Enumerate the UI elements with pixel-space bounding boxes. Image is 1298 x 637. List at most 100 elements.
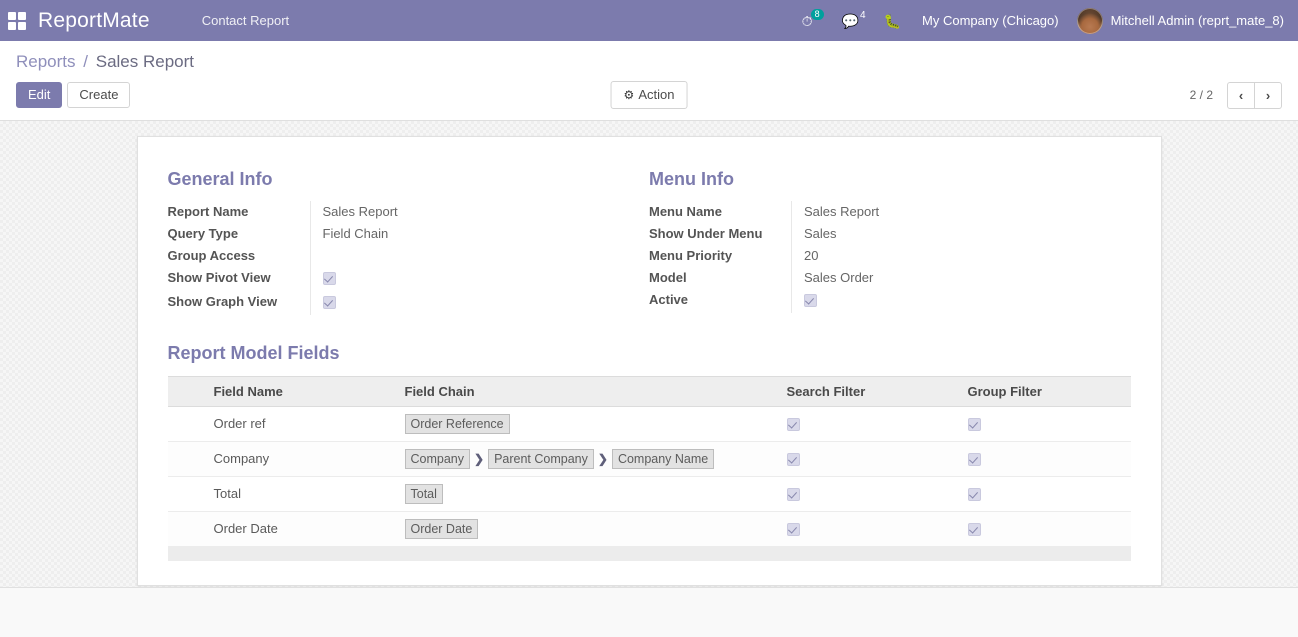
cell-group-filter — [960, 476, 1131, 511]
action-button[interactable]: ⚙Action — [611, 81, 688, 109]
chain-chip: Order Reference — [405, 414, 510, 434]
checkbox-checked-icon[interactable] — [804, 294, 817, 307]
nav-menu-contact-report[interactable]: Contact Report — [188, 13, 303, 28]
field-chain: Total — [405, 484, 443, 504]
pager-buttons: ‹ › — [1227, 82, 1282, 109]
cell-group-filter — [960, 406, 1131, 441]
column-header-group-filter[interactable]: Group Filter — [960, 376, 1131, 406]
pager-count: 2 / 2 — [1190, 88, 1213, 102]
table-row[interactable]: Total Total — [168, 476, 1131, 511]
chain-chip: Company Name — [612, 449, 714, 469]
field-value-menu-name[interactable]: Sales Report — [792, 201, 1103, 223]
table-footer-row — [168, 546, 1131, 561]
field-row-model: Model Sales Order — [649, 267, 1103, 289]
cell-field-chain: Company ❯ Parent Company ❯ Company Name — [397, 441, 779, 476]
field-label: Report Name — [168, 201, 311, 223]
chain-separator-icon: ❯ — [474, 452, 484, 466]
pager: 2 / 2 ‹ › — [1190, 82, 1282, 109]
app-brand[interactable]: ReportMate — [32, 9, 160, 33]
checkbox-checked-icon[interactable] — [968, 523, 981, 536]
cell-field-name: Total — [206, 476, 397, 511]
column-header-field-chain[interactable]: Field Chain — [397, 376, 779, 406]
field-label: Menu Name — [649, 201, 792, 223]
table-row[interactable]: Company Company ❯ Parent Company ❯ Compa… — [168, 441, 1131, 476]
page-bottom-strip — [0, 588, 1298, 637]
cell-group-filter — [960, 441, 1131, 476]
table-header-row: Field Name Field Chain Search Filter Gro… — [168, 376, 1131, 406]
chain-chip: Company — [405, 449, 471, 469]
menu-info-fields: Menu Name Sales Report Show Under Menu S… — [649, 201, 1103, 313]
column-header-search-filter[interactable]: Search Filter — [779, 376, 960, 406]
field-row-show-under-menu: Show Under Menu Sales — [649, 223, 1103, 245]
checkbox-checked-icon[interactable] — [787, 523, 800, 536]
edit-button[interactable]: Edit — [16, 82, 62, 108]
field-label: Query Type — [168, 223, 311, 245]
field-value-show-graph-view[interactable] — [310, 291, 621, 315]
pager-previous-button[interactable]: ‹ — [1227, 82, 1255, 109]
field-row-group-access: Group Access — [168, 245, 622, 267]
field-value-menu-priority[interactable]: 20 — [792, 245, 1103, 267]
checkbox-checked-icon[interactable] — [968, 488, 981, 501]
field-value-show-pivot-view[interactable] — [310, 267, 621, 291]
field-row-active: Active — [649, 289, 1103, 313]
field-row-menu-priority: Menu Priority 20 — [649, 245, 1103, 267]
field-label: Show Under Menu — [649, 223, 792, 245]
breadcrumb-reports[interactable]: Reports — [16, 52, 76, 71]
field-value-query-type[interactable]: Field Chain — [310, 223, 621, 245]
table-body: Order ref Order Reference — [168, 406, 1131, 546]
field-label: Group Access — [168, 245, 311, 267]
field-label: Active — [649, 289, 792, 313]
cell-search-filter — [779, 511, 960, 546]
user-avatar — [1077, 8, 1103, 34]
control-panel-buttons: Edit Create ⚙Action 2 / 2 ‹ › — [16, 75, 1282, 120]
field-value-model[interactable]: Sales Order — [792, 267, 1103, 289]
table-row[interactable]: Order Date Order Date — [168, 511, 1131, 546]
table-footer — [168, 546, 1131, 561]
debug-menu[interactable]: 🐛 — [875, 0, 910, 41]
activity-badge: 8 — [811, 9, 824, 20]
field-row-show-pivot-view: Show Pivot View — [168, 267, 622, 291]
chain-separator-icon: ❯ — [598, 452, 608, 466]
pager-next-button[interactable]: › — [1255, 82, 1282, 109]
table-row[interactable]: Order ref Order Reference — [168, 406, 1131, 441]
messaging-badge: 4 — [860, 10, 866, 21]
field-value-active[interactable] — [792, 289, 1103, 313]
field-value-report-name[interactable]: Sales Report — [310, 201, 621, 223]
field-value-show-under-menu[interactable]: Sales — [792, 223, 1103, 245]
action-menu-wrapper: ⚙Action — [611, 81, 688, 109]
chain-chip: Order Date — [405, 519, 479, 539]
checkbox-checked-icon[interactable] — [968, 418, 981, 431]
field-chain: Order Reference — [405, 414, 510, 434]
checkbox-checked-icon[interactable] — [323, 272, 336, 285]
field-chain: Company ❯ Parent Company ❯ Company Name — [405, 449, 715, 469]
gear-icon: ⚙ — [624, 88, 635, 102]
column-header-field-name[interactable]: Field Name — [206, 376, 397, 406]
checkbox-checked-icon[interactable] — [323, 296, 336, 309]
report-model-fields-section: Report Model Fields Field Name Field Cha… — [168, 343, 1131, 561]
chain-chip: Parent Company — [488, 449, 594, 469]
checkbox-checked-icon[interactable] — [787, 453, 800, 466]
chain-chip: Total — [405, 484, 443, 504]
chevron-left-icon: ‹ — [1239, 88, 1243, 103]
create-button[interactable]: Create — [67, 82, 130, 108]
activity-menu[interactable]: ⏱ 8 — [793, 0, 833, 41]
field-label: Show Pivot View — [168, 267, 311, 291]
breadcrumb-separator: / — [83, 52, 88, 71]
field-label: Model — [649, 267, 792, 289]
cell-field-chain: Total — [397, 476, 779, 511]
field-value-group-access[interactable] — [310, 245, 621, 267]
checkbox-checked-icon[interactable] — [968, 453, 981, 466]
checkbox-checked-icon[interactable] — [787, 418, 800, 431]
report-model-fields-title: Report Model Fields — [168, 343, 1131, 364]
user-menu[interactable]: Mitchell Admin (reprt_mate_8) — [1069, 0, 1298, 41]
field-row-query-type: Query Type Field Chain — [168, 223, 622, 245]
navbar-right: ⏱ 8 💬 4 🐛 My Company (Chicago) Mitchell … — [793, 0, 1298, 41]
company-switcher[interactable]: My Company (Chicago) — [910, 13, 1069, 28]
checkbox-checked-icon[interactable] — [787, 488, 800, 501]
apps-grid-icon[interactable] — [8, 12, 26, 30]
general-info-title: General Info — [168, 169, 622, 191]
menu-info-title: Menu Info — [649, 169, 1103, 191]
cell-group-filter — [960, 511, 1131, 546]
row-handle-cell — [168, 476, 206, 511]
messaging-menu[interactable]: 💬 4 — [833, 0, 875, 41]
